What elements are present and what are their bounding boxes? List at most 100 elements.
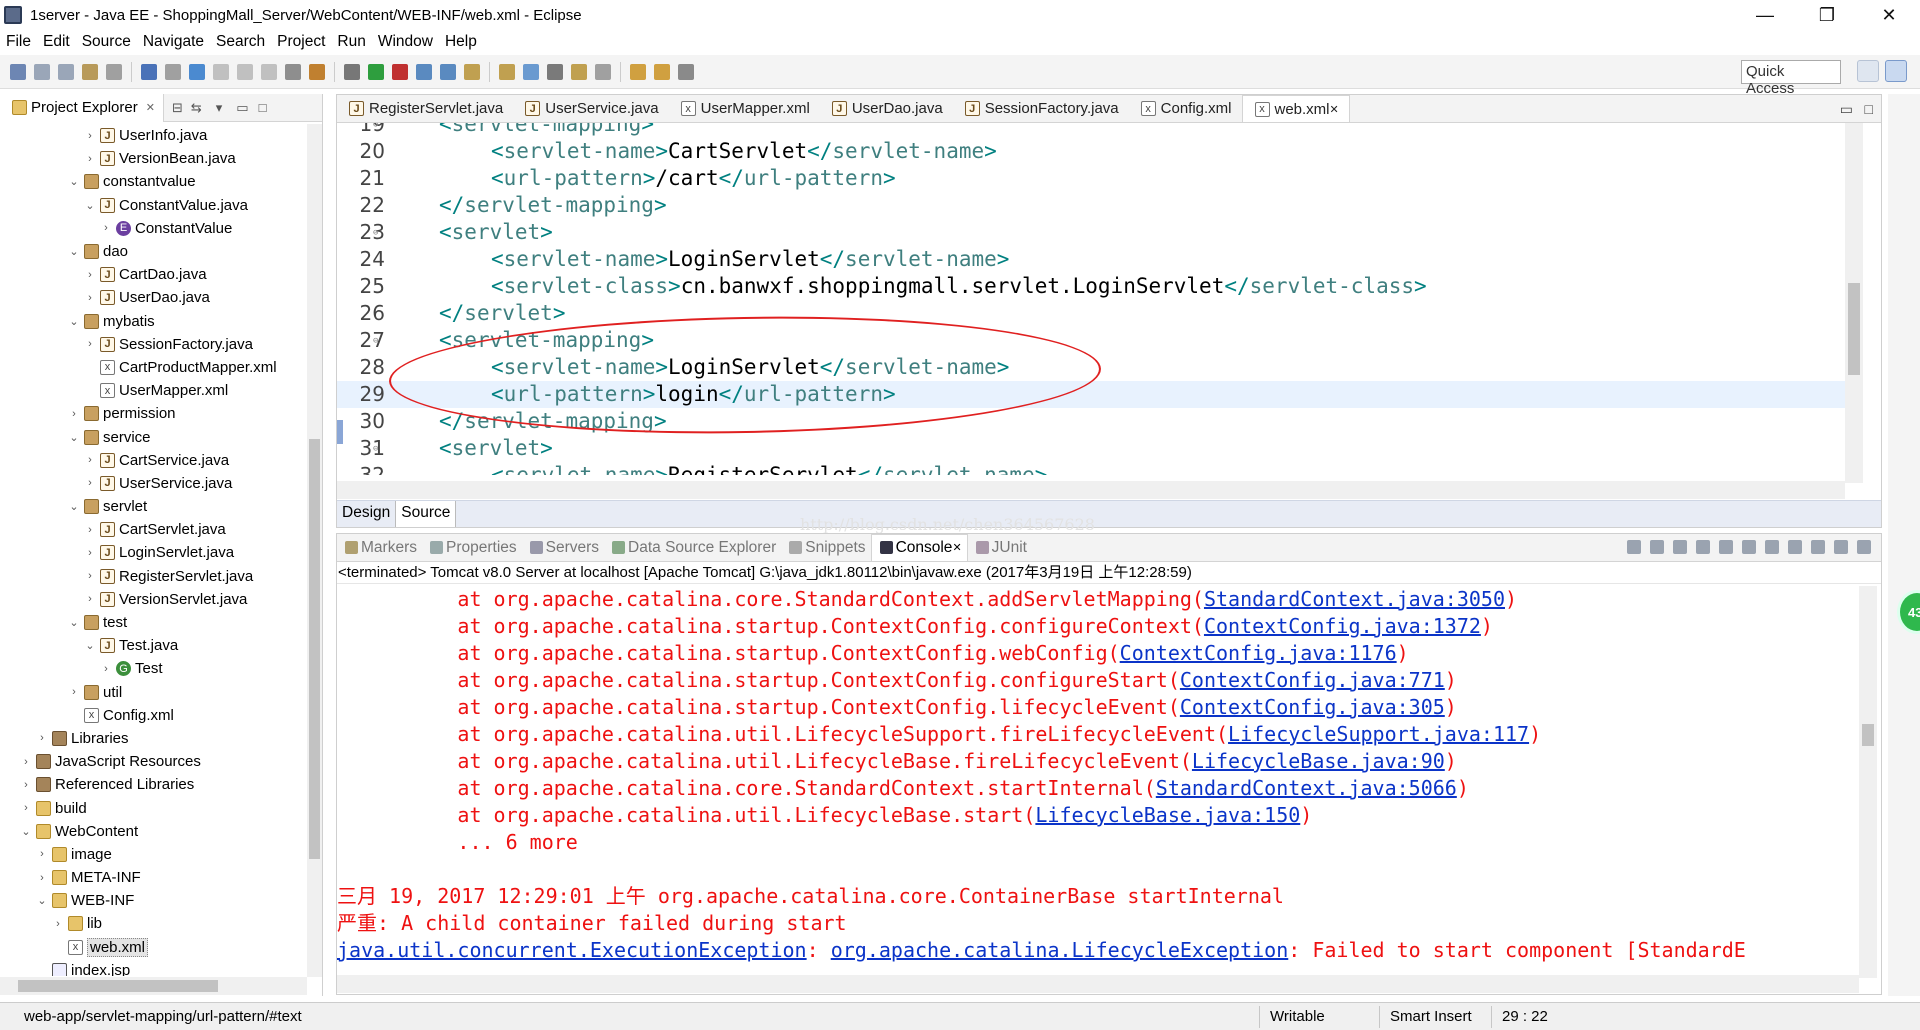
menu-project[interactable]: Project [271, 33, 331, 51]
tree-item[interactable]: ⌄ service [0, 425, 307, 448]
tree-item[interactable]: › G Test [0, 657, 307, 680]
collapse-chevron-icon[interactable]: › [84, 570, 96, 582]
toolbar-icon[interactable] [10, 63, 26, 80]
stacktrace-link[interactable]: org.apache.catalina.LifecycleException [831, 938, 1289, 962]
perspective-open-icon[interactable] [1857, 60, 1879, 82]
collapse-chevron-icon[interactable]: › [20, 756, 32, 768]
toolbar-icon[interactable] [213, 63, 229, 80]
editor-horizontal-scrollbar[interactable] [337, 481, 1845, 499]
explorer-horizontal-scrollbar[interactable] [0, 977, 307, 995]
collapse-chevron-icon[interactable]: › [100, 663, 112, 675]
editor-tab[interactable]: x web.xml ✕ [1241, 95, 1350, 122]
link-editor-icon[interactable]: ⇆ [191, 100, 202, 116]
expand-chevron-icon[interactable]: ⌄ [84, 639, 96, 652]
tree-item[interactable]: › lib [0, 912, 307, 935]
toolbar-icon[interactable] [285, 63, 301, 80]
toolbar-icon[interactable] [595, 63, 611, 80]
terminate-icon[interactable] [1627, 540, 1641, 554]
toolbar-icon[interactable] [106, 63, 122, 80]
collapse-chevron-icon[interactable]: › [36, 732, 48, 744]
minimize-view-icon[interactable]: ▭ [236, 100, 248, 116]
tree-item[interactable]: ⌄ WEB-INF [0, 889, 307, 912]
remove-launch-icon[interactable] [1650, 540, 1664, 554]
menu-source[interactable]: Source [76, 33, 137, 51]
editor-tab[interactable]: J UserDao.java [820, 95, 953, 122]
toolbar-icon[interactable] [309, 63, 325, 80]
collapse-chevron-icon[interactable]: › [84, 338, 96, 350]
stacktrace-link[interactable]: StandardContext.java:5066 [1156, 776, 1457, 800]
tree-item[interactable]: › META-INF [0, 866, 307, 889]
tree-item[interactable]: › J CartServlet.java [0, 518, 307, 541]
menu-window[interactable]: Window [372, 33, 439, 51]
tree-item[interactable]: › build [0, 796, 307, 819]
toolbar-icon[interactable] [571, 63, 587, 80]
editor-tab[interactable]: x UserMapper.xml [669, 95, 820, 122]
editor-minimize-icon[interactable]: ▭ [1840, 101, 1853, 118]
tree-item[interactable]: › JavaScript Resources [0, 750, 307, 773]
collapse-chevron-icon[interactable]: › [84, 524, 96, 536]
fold-toggle-icon[interactable]: ⊖ [373, 328, 378, 355]
collapse-chevron-icon[interactable]: › [100, 222, 112, 234]
tab-design[interactable]: Design [337, 501, 397, 527]
collapse-chevron-icon[interactable]: › [68, 686, 80, 698]
menu-search[interactable]: Search [210, 33, 271, 51]
toolbar-icon[interactable] [630, 63, 646, 80]
toolbar-icon[interactable] [261, 63, 277, 80]
menu-file[interactable]: File [0, 33, 37, 51]
tree-item[interactable]: ⌄ WebContent [0, 820, 307, 843]
tree-item[interactable]: › J LoginServlet.java [0, 541, 307, 564]
tree-item[interactable]: › J UserService.java [0, 472, 307, 495]
expand-chevron-icon[interactable]: ⌄ [20, 825, 32, 838]
toolbar-icon[interactable] [523, 63, 539, 80]
expand-chevron-icon[interactable]: ⌄ [68, 500, 80, 513]
toolbar-icon[interactable] [678, 63, 694, 80]
toolbar-icon[interactable] [141, 63, 157, 80]
collapse-chevron-icon[interactable]: › [84, 454, 96, 466]
tree-item[interactable]: x web.xml [0, 936, 307, 959]
tab-servers[interactable]: Servers [522, 539, 604, 557]
toolbar-icon[interactable] [165, 63, 181, 80]
minimize-view-icon[interactable] [1834, 540, 1848, 554]
tree-item[interactable]: › util [0, 681, 307, 704]
editor-maximize-icon[interactable]: □ [1865, 101, 1873, 117]
tab-properties[interactable]: Properties [422, 539, 522, 557]
tree-item[interactable]: ⌄ mybatis [0, 310, 307, 333]
collapse-chevron-icon[interactable]: › [84, 547, 96, 559]
stacktrace-link[interactable]: LifecycleBase.java:90 [1192, 749, 1445, 773]
editor-tab[interactable]: x Config.xml [1129, 95, 1242, 122]
tree-item[interactable]: › permission [0, 402, 307, 425]
console-output[interactable]: at org.apache.catalina.core.StandardCont… [337, 586, 1857, 966]
stacktrace-link[interactable]: StandardContext.java:3050 [1204, 587, 1505, 611]
tab-source[interactable]: Source [396, 501, 457, 527]
tree-item[interactable]: › J CartService.java [0, 449, 307, 472]
collapse-chevron-icon[interactable]: › [20, 779, 32, 791]
toolbar-icon[interactable] [189, 63, 205, 80]
tree-item[interactable]: › J VersionBean.java [0, 147, 307, 170]
tree-item[interactable]: › Referenced Libraries [0, 773, 307, 796]
stacktrace-link[interactable]: java.util.concurrent.ExecutionException [337, 938, 807, 962]
collapse-chevron-icon[interactable]: › [68, 408, 80, 420]
tree-item[interactable]: ⌄ constantvalue [0, 170, 307, 193]
toolbar-icon[interactable] [654, 63, 670, 80]
toolbar-icon[interactable] [547, 63, 563, 80]
collapse-chevron-icon[interactable]: › [20, 802, 32, 814]
fold-toggle-icon[interactable]: ⊖ [373, 123, 378, 139]
collapse-chevron-icon[interactable]: › [84, 153, 96, 165]
stacktrace-link[interactable]: ContextConfig.java:1176 [1120, 641, 1397, 665]
tree-item[interactable]: ⌄ servlet [0, 495, 307, 518]
fold-toggle-icon[interactable]: ⊖ [373, 220, 378, 247]
menu-navigate[interactable]: Navigate [137, 33, 210, 51]
stacktrace-link[interactable]: LifecycleBase.java:150 [1035, 803, 1300, 827]
editor-tab[interactable]: J SessionFactory.java [953, 95, 1129, 122]
tree-item[interactable]: ⌄ dao [0, 240, 307, 263]
tab-project-explorer[interactable]: Project Explorer ✕ [0, 93, 164, 122]
toolbar-icon[interactable] [368, 63, 384, 80]
remove-all-icon[interactable] [1673, 540, 1687, 554]
menu-edit[interactable]: Edit [37, 33, 76, 51]
toolbar-icon[interactable] [82, 63, 98, 80]
tree-item[interactable]: ⌄ J ConstantValue.java [0, 194, 307, 217]
tree-item[interactable]: › image [0, 843, 307, 866]
scroll-lock-icon[interactable] [1696, 540, 1710, 554]
expand-chevron-icon[interactable]: ⌄ [68, 175, 80, 188]
restore-button[interactable]: ❐ [1796, 0, 1858, 30]
